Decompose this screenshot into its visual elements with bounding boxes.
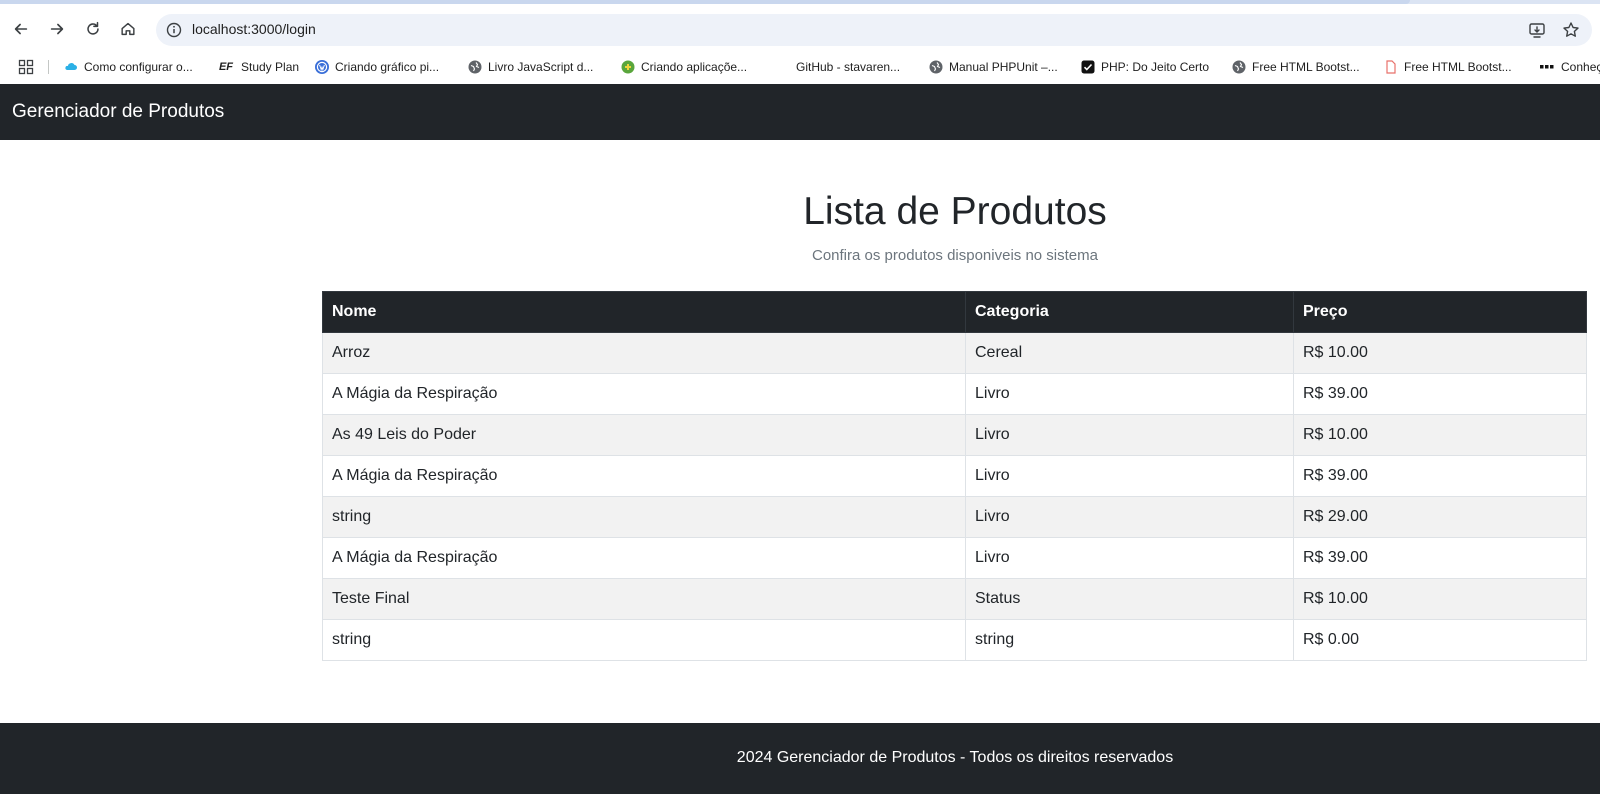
navbar-brand[interactable]: Gerenciador de Produtos — [12, 101, 224, 123]
reload-icon[interactable] — [80, 16, 106, 42]
page-footer: 2024 Gerenciador de Produtos - Todos os … — [0, 723, 1600, 794]
cell-categoria: string — [965, 619, 1294, 661]
cell-preco: R$ 10.00 — [1293, 578, 1587, 620]
cell-nome: As 49 Leis do Poder — [322, 414, 966, 456]
bookmark-label: Como configurar o... — [84, 60, 193, 74]
cell-categoria: Status — [965, 578, 1294, 620]
bookmark-item[interactable]: Criando aplicaçõe... — [621, 58, 747, 76]
browser-toolbar: localhost:3000/login — [0, 4, 1600, 50]
back-icon[interactable] — [8, 16, 34, 42]
cell-categoria: Livro — [965, 414, 1294, 456]
cell-preco: R$ 29.00 — [1293, 496, 1587, 538]
bookmark-item[interactable]: Free HTML Bootst... — [1232, 58, 1360, 76]
bookmarks-divider — [48, 60, 49, 74]
bookmark-label: Free HTML Bootst... — [1252, 60, 1360, 74]
install-app-icon[interactable] — [1528, 21, 1546, 39]
bookmark-item[interactable]: Criando gráfico pi... — [315, 58, 439, 76]
bookmark-item[interactable]: Como configurar o... — [64, 58, 193, 76]
bookmark-label: Criando aplicaçõe... — [641, 60, 748, 74]
table-row: Teste Final Status R$ 10.00 — [322, 578, 1587, 620]
cell-preco: R$ 39.00 — [1293, 373, 1587, 415]
column-header-nome: Nome — [322, 291, 966, 333]
bookmark-label: Livro JavaScript d... — [488, 60, 594, 74]
globe-icon — [1232, 60, 1246, 74]
checkbox-icon — [1081, 60, 1095, 74]
table-header-row: Nome Categoria Preço — [322, 291, 1587, 333]
cloud-icon — [64, 60, 78, 74]
table-row: A Mágia da Respiração Livro R$ 39.00 — [322, 537, 1587, 579]
cell-nome: string — [322, 496, 966, 538]
ef-logo-icon: EF — [218, 61, 234, 73]
cell-preco: R$ 0.00 — [1293, 619, 1587, 661]
globe-icon — [468, 60, 482, 74]
bookmark-item[interactable]: Free HTML Bootst... — [1384, 58, 1512, 76]
footer-copyright: 2024 Gerenciador de Produtos - Todos os … — [736, 749, 1174, 766]
products-table: Nome Categoria Preço Arroz Cereal R$ 10.… — [322, 291, 1587, 661]
cell-nome: A Mágia da Respiração — [322, 455, 966, 497]
bookmark-label: Study Plan — [241, 60, 300, 74]
bookmarks-bar: Como configurar o... EF Study Plan Crian… — [0, 50, 1600, 84]
bookmark-item[interactable]: Manual PHPUnit –... — [929, 58, 1058, 76]
cell-categoria: Livro — [965, 496, 1294, 538]
cell-nome: Teste Final — [322, 578, 966, 620]
table-row: string Livro R$ 29.00 — [322, 496, 1587, 538]
cell-categoria: Livro — [965, 537, 1294, 579]
cell-categoria: Livro — [965, 373, 1294, 415]
bookmark-item[interactable]: PHP: Do Jeito Certo — [1081, 58, 1209, 76]
bookmark-item[interactable]: Livro JavaScript d... — [468, 58, 593, 76]
bookmark-star-icon[interactable] — [1562, 21, 1580, 39]
table-row: A Mágia da Respiração Livro R$ 39.00 — [322, 455, 1587, 497]
green-logo-icon — [621, 60, 635, 74]
bookmark-label: Manual PHPUnit –... — [949, 60, 1058, 74]
dots-icon — [1539, 60, 1555, 74]
page-title: Lista de Produtos — [803, 190, 1107, 233]
cell-nome: A Mágia da Respiração — [322, 373, 966, 415]
bookmark-label: Free HTML Bootst... — [1404, 60, 1512, 74]
bookmark-label: GitHub - stavaren... — [796, 60, 901, 74]
bookmark-label: Conheç — [1561, 60, 1600, 74]
bookmark-label: PHP: Do Jeito Certo — [1101, 60, 1210, 74]
column-header-preco: Preço — [1293, 291, 1587, 333]
wordpress-icon — [315, 60, 329, 74]
bookmark-label: Criando gráfico pi... — [335, 60, 440, 74]
table-row: A Mágia da Respiração Livro R$ 39.00 — [322, 373, 1587, 415]
cell-preco: R$ 10.00 — [1293, 332, 1587, 374]
bookmark-item[interactable]: Conheç — [1539, 58, 1600, 76]
address-bar[interactable]: localhost:3000/login — [156, 14, 1592, 46]
globe-icon — [929, 60, 943, 74]
table-row: string string R$ 0.00 — [322, 619, 1587, 661]
cell-categoria: Livro — [965, 455, 1294, 497]
cell-preco: R$ 39.00 — [1293, 537, 1587, 579]
cell-nome: Arroz — [322, 332, 966, 374]
products-table-container: Nome Categoria Preço Arroz Cereal R$ 10.… — [322, 291, 1587, 661]
bookmark-item[interactable]: GitHub - stavaren... — [776, 58, 900, 76]
cell-preco: R$ 10.00 — [1293, 414, 1587, 456]
table-row: As 49 Leis do Poder Livro R$ 10.00 — [322, 414, 1587, 456]
bookmark-item[interactable]: EF Study Plan — [217, 58, 299, 76]
document-icon — [1384, 60, 1398, 74]
site-info-icon[interactable] — [166, 22, 182, 38]
github-icon — [776, 60, 790, 74]
page-subtitle: Confira os produtos disponiveis no siste… — [812, 247, 1098, 264]
cell-nome: string — [322, 619, 966, 661]
home-icon[interactable] — [115, 16, 141, 42]
apps-grid-icon[interactable] — [18, 59, 34, 75]
table-row: Arroz Cereal R$ 10.00 — [322, 332, 1587, 374]
cell-nome: A Mágia da Respiração — [322, 537, 966, 579]
column-header-categoria: Categoria — [965, 291, 1294, 333]
app-navbar: Gerenciador de Produtos — [0, 84, 1600, 140]
forward-icon[interactable] — [44, 16, 70, 42]
cell-preco: R$ 39.00 — [1293, 455, 1587, 497]
url-text[interactable]: localhost:3000/login — [192, 21, 316, 37]
cell-categoria: Cereal — [965, 332, 1294, 374]
